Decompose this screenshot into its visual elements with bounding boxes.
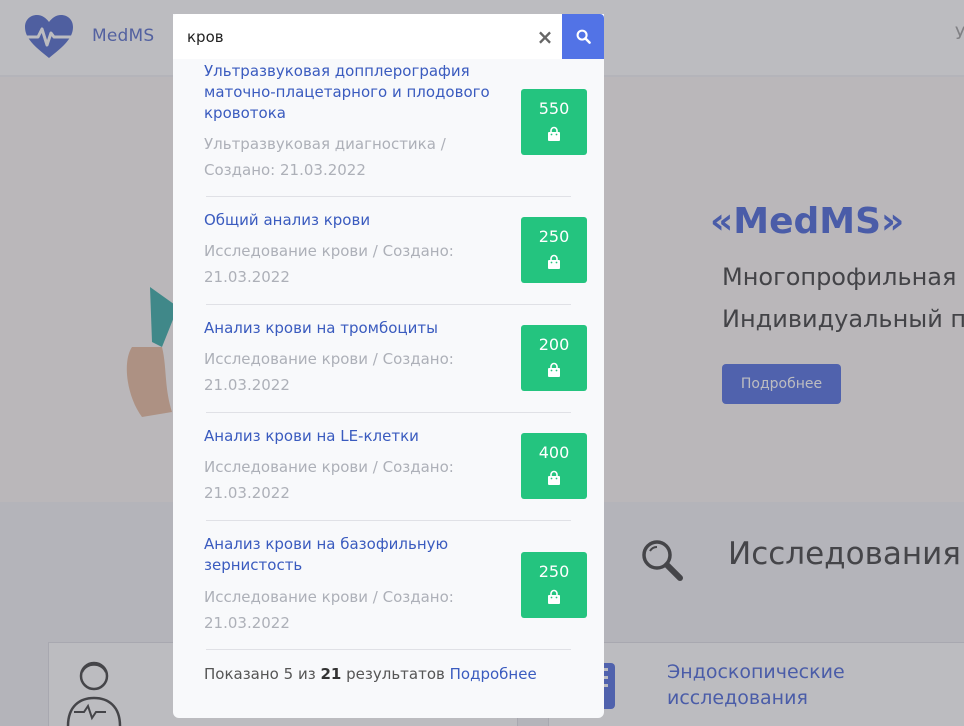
price-value: 550 — [538, 99, 570, 118]
summary-middle: из — [297, 665, 316, 683]
result-title-link[interactable]: Анализ крови на LE-клетки — [204, 426, 509, 447]
add-to-cart-button[interactable]: 200 — [521, 325, 587, 391]
add-to-cart-button[interactable]: 400 — [521, 433, 587, 499]
result-title-link[interactable]: Ультразвуковая допплерография маточно-пл… — [204, 61, 509, 124]
divider — [206, 649, 571, 650]
summary-suffix: результатов — [346, 665, 445, 683]
search-input[interactable] — [187, 26, 527, 48]
add-to-cart-button[interactable]: 550 — [521, 89, 587, 155]
result-title-link[interactable]: Анализ крови на базофильную зернистость — [204, 534, 509, 576]
summary-prefix: Показано — [204, 665, 279, 683]
close-icon[interactable]: × — [535, 27, 555, 47]
search-button[interactable] — [562, 14, 604, 59]
result-meta: Исследование крови / Создано: 21.03.2022 — [204, 458, 454, 502]
divider — [206, 304, 571, 305]
price-value: 250 — [538, 562, 570, 581]
summary-total-count: 21 — [320, 665, 342, 683]
divider — [206, 196, 571, 197]
shopping-bag-icon — [548, 126, 560, 141]
search-dropdown: × Ультразвуковая допплерография маточно-… — [173, 14, 604, 718]
search-icon — [576, 29, 591, 44]
result-meta: Исследование крови / Создано: 21.03.2022 — [204, 242, 454, 286]
divider — [206, 520, 571, 521]
shopping-bag-icon — [548, 254, 560, 269]
result-title-link[interactable]: Анализ крови на тромбоциты — [204, 318, 509, 339]
results-summary: Показано 5 из 21 результатов Подробнее — [204, 665, 537, 683]
shopping-bag-icon — [548, 362, 560, 377]
price-value: 200 — [538, 335, 570, 354]
result-meta: Исследование крови / Создано: 21.03.2022 — [204, 588, 454, 632]
price-value: 400 — [538, 443, 570, 462]
summary-shown-count: 5 — [283, 665, 294, 683]
search-bar: × — [173, 14, 604, 59]
add-to-cart-button[interactable]: 250 — [521, 552, 587, 618]
divider — [206, 412, 571, 413]
add-to-cart-button[interactable]: 250 — [521, 217, 587, 283]
shopping-bag-icon — [548, 470, 560, 485]
result-meta: Исследование крови / Создано: 21.03.2022 — [204, 350, 454, 394]
result-meta: Ультразвуковая диагностика / Создано: 21… — [204, 135, 446, 179]
result-title-link[interactable]: Общий анализ крови — [204, 210, 509, 231]
shopping-bag-icon — [548, 589, 560, 604]
price-value: 250 — [538, 227, 570, 246]
show-more-link[interactable]: Подробнее — [450, 665, 537, 683]
